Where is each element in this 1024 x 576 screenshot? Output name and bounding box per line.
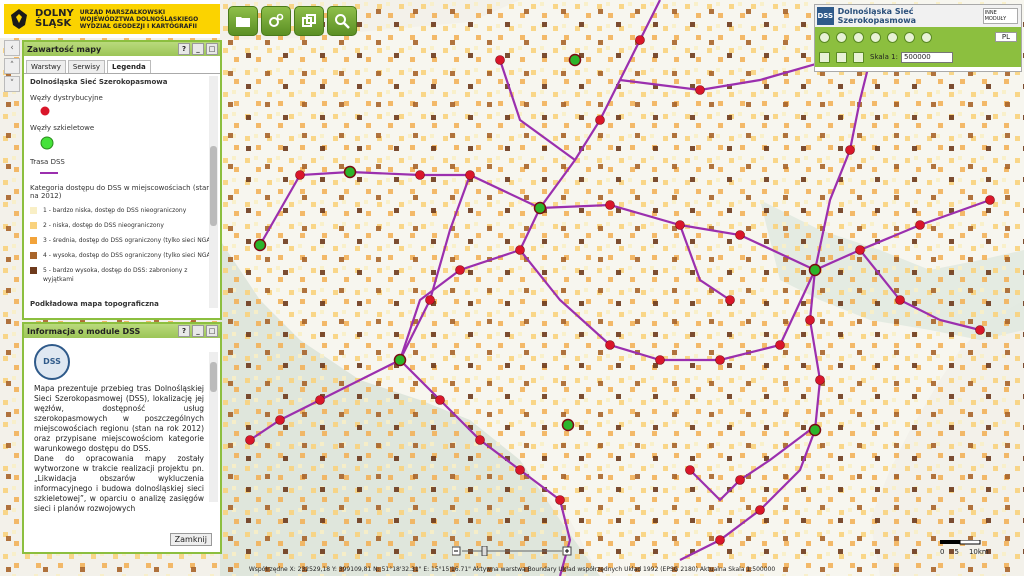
scale-input[interactable]: 500000 [900, 51, 953, 63]
scale-label: Skala 1: [870, 53, 898, 61]
panel-title: Zawartość mapy [27, 44, 102, 54]
scale-bar: 0 5 10km [940, 539, 1020, 560]
dss-logo-text: DSS [43, 357, 61, 366]
scroll-thumb[interactable] [210, 146, 217, 226]
legend-scrollbar[interactable] [209, 76, 218, 308]
category-label: 3 - średnia, dostęp do DSS ograniczony (… [43, 237, 213, 244]
category-label: 1 - bardzo niska, dostęp do DSS nieogran… [43, 207, 187, 214]
scale-label-5: 5 [954, 548, 959, 556]
zoom-out-icon[interactable] [853, 31, 864, 43]
info-title: Informacja o module DSS [27, 326, 141, 336]
chevron-down-icon: ˅ [9, 79, 15, 89]
legend-distribution-label: Węzły dystrybucyjne [30, 94, 103, 102]
scale-label-0: 0 [940, 548, 945, 556]
zoom-handle [481, 545, 488, 557]
dss-logo: DSS [817, 7, 834, 25]
search-button[interactable] [327, 6, 357, 36]
legend-title: Dolnośląska Sieć Szerokopasmowa [30, 78, 168, 86]
minimize-button[interactable]: _ [192, 43, 204, 55]
gears-icon [269, 13, 284, 27]
zoom-slider-track [451, 545, 572, 557]
maximize-button[interactable]: □ [206, 43, 218, 55]
legend-route-label: Trasa DSS [30, 158, 65, 166]
nav-toolbar: PL [815, 27, 1021, 47]
down-button[interactable]: ˅ [4, 76, 20, 92]
minimize-button[interactable]: _ [192, 325, 204, 337]
map-contents-panel: Zawartość mapy ? _ □ Warstwy Serwisy Legen… [22, 40, 222, 320]
folder-icon [236, 17, 250, 27]
info-header: Informacja o module DSS ? _ □ [24, 324, 220, 338]
up-button[interactable]: ˄ [4, 58, 20, 74]
side-nav: ‹ ˄ ˅ [4, 40, 20, 94]
category-label: 2 - niska, dostęp do DSS nieograniczony [43, 222, 164, 229]
module-panel: DSS Dolnośląska Sieć Szerokopasmowa INNE… [814, 4, 1022, 72]
category-swatch [30, 222, 37, 229]
open-folder-button[interactable] [228, 6, 258, 36]
info-paragraph-1: Mapa prezentuje przebieg tras Dolnośląsk… [34, 384, 204, 453]
info-scrollbar[interactable] [209, 352, 218, 502]
logo-line2: ŚLĄSK [35, 18, 72, 29]
maximize-button[interactable]: □ [206, 325, 218, 337]
category-swatch [30, 267, 37, 274]
print-icon[interactable] [836, 51, 847, 63]
close-button[interactable]: Zamknij [169, 533, 212, 546]
settings-button[interactable] [261, 6, 291, 36]
tools-toolbar: Skala 1: 500000 [815, 47, 1021, 67]
zoom-in-icon[interactable] [836, 31, 847, 43]
zoom-slider[interactable] [451, 545, 572, 557]
category-swatch [30, 207, 37, 214]
magnifier-icon [335, 14, 350, 29]
scale-bar-graphic [940, 539, 981, 545]
legend-category-title: Kategoria dostępu do DSS w miejscowościa… [30, 184, 211, 200]
info-paragraph-2: Dane do opracowania mapy zostały wytworz… [34, 454, 204, 513]
tab-layers[interactable]: Warstwy [26, 60, 66, 73]
scroll-thumb[interactable] [210, 362, 217, 392]
other-modules-select[interactable]: INNE MODUŁY [982, 8, 1018, 24]
scale-label-10: 10km [968, 548, 989, 556]
legend-backbone-label: Węzły szkieletowe [30, 124, 95, 132]
info-icon[interactable] [921, 31, 932, 43]
category-label: 4 - wysoka, dostęp do DSS ograniczony (t… [43, 252, 213, 259]
route-line-icon [40, 172, 58, 174]
export-icon[interactable] [853, 51, 864, 63]
category-swatch [30, 252, 37, 259]
full-extent-icon[interactable] [870, 31, 881, 43]
help-button[interactable]: ? [178, 43, 190, 55]
forward-icon[interactable] [904, 31, 915, 43]
tab-legend[interactable]: Legenda [107, 60, 151, 73]
panel-tabs: Warstwy Serwisy Legenda [24, 56, 220, 74]
legend-content: Dolnośląska Sieć Szerokopasmowa Węzły dy… [24, 74, 220, 310]
tab-services[interactable]: Serwisy [67, 60, 105, 73]
category-swatch [30, 237, 37, 244]
info-content: DSS Mapa prezentuje przebieg tras Dolnoś… [24, 338, 220, 518]
category-label: 5 - bardzo wysoka, dostęp do DSS: zabron… [43, 267, 188, 283]
logo-subtitle: URZĄD MARSZAŁKOWSKI WOJEWÓDZTWA DOLNOŚLĄ… [79, 8, 199, 30]
dss-logo: DSS [34, 344, 70, 380]
info-panel: Informacja o module DSS ? _ □ DSS Mapa pre… [22, 322, 222, 554]
collapse-left-button[interactable]: ‹ [4, 40, 20, 56]
legend-footer: Podkładowa mapa topograficzna [30, 300, 159, 308]
green-node-icon [40, 136, 54, 150]
windows-icon [302, 14, 316, 27]
measure-icon[interactable] [819, 51, 830, 63]
map-contents-header: Zawartość mapy ? _ □ [24, 42, 220, 56]
chevron-left-icon: ‹ [10, 43, 14, 53]
windows-button[interactable] [294, 6, 324, 36]
module-title: Dolnośląska Sieć Szerokopasmowa [837, 7, 917, 25]
pan-icon[interactable] [819, 31, 830, 43]
status-bar: Współrzędne X: 232529,18 Y: 399109,81 N:… [248, 566, 776, 573]
help-button[interactable]: ? [178, 325, 190, 337]
header-bar: DOLNY ŚLĄSK URZĄD MARSZAŁKOWSKI WOJEWÓDZT… [0, 0, 220, 38]
language-select[interactable]: PL [994, 32, 1017, 42]
eagle-icon [11, 9, 27, 29]
dolny-slask-logo: DOLNY ŚLĄSK URZĄD MARSZAŁKOWSKI WOJEWÓDZT… [4, 4, 220, 34]
back-icon[interactable] [887, 31, 898, 43]
red-node-icon [40, 106, 50, 116]
chevron-up-icon: ˄ [9, 61, 15, 71]
